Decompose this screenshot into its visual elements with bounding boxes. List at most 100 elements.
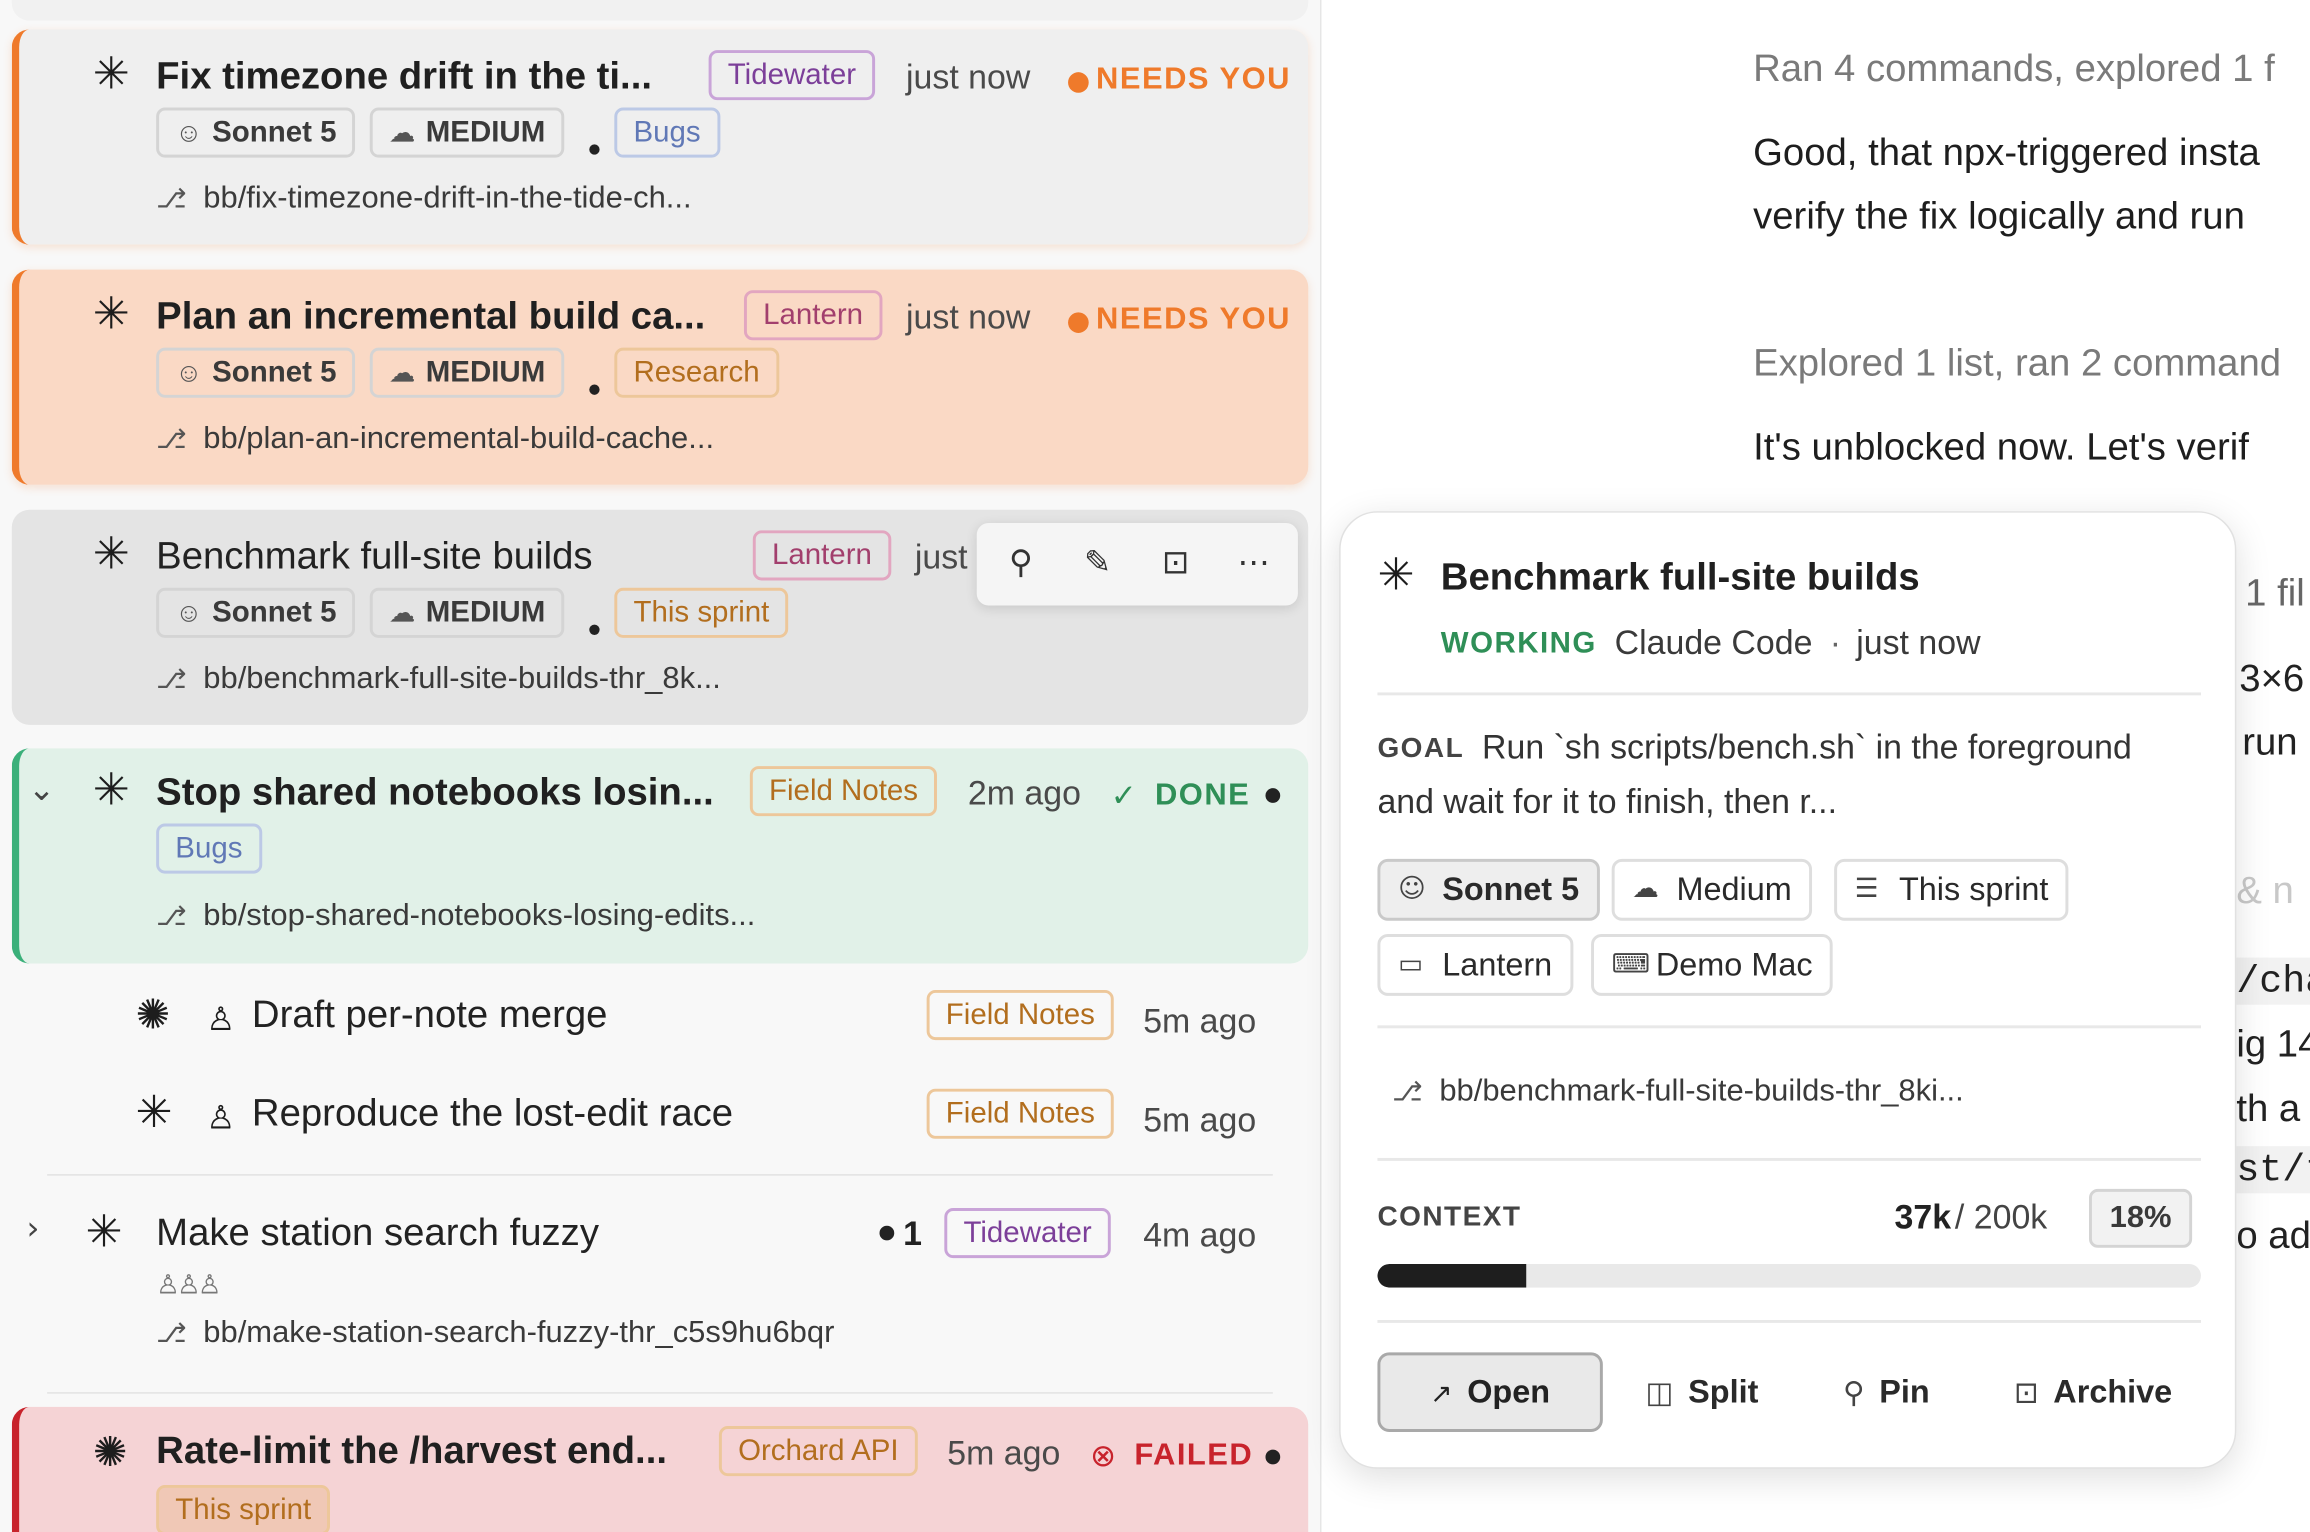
- branch-icon: ⎇: [156, 184, 187, 214]
- claude-asterisk-icon: ✳: [135, 1087, 173, 1139]
- context-percent: 18%: [2088, 1188, 2193, 1248]
- brain-icon: ☁: [1632, 873, 1659, 905]
- thread-title: Fix timezone drift in the ti...: [156, 53, 653, 98]
- thread-title: Stop shared notebooks losin...: [156, 769, 714, 814]
- model-badge: ☺ Sonnet 5: [156, 587, 356, 638]
- thread-list: ✳ Fix timezone drift in the ti... Tidewa…: [0, 0, 1322, 1532]
- openai-icon: ✺: [135, 989, 171, 1039]
- unread-dot: [879, 1225, 895, 1241]
- project-badge[interactable]: Lantern: [743, 290, 883, 341]
- claude-asterisk-icon: ✳: [92, 528, 130, 581]
- branch-icon: ⎇: [1392, 1076, 1423, 1107]
- unread-dot: [1265, 1449, 1281, 1465]
- archive-button[interactable]: ⊡ Archive: [2014, 1354, 2172, 1431]
- brain-icon: ☁: [388, 357, 416, 388]
- thread-time: just now: [906, 297, 1031, 336]
- clipped-text: o ad: [2236, 1212, 2310, 1257]
- branch-icon: ⎇: [156, 664, 187, 694]
- thread-time: just now: [906, 57, 1031, 96]
- context-used: 37k: [1894, 1197, 1952, 1237]
- edit-icon[interactable]: ✎: [1074, 541, 1121, 588]
- thread-card[interactable]: ⌄ ✳ Stop shared notebooks losin... Field…: [11, 748, 1309, 964]
- model-badge: ☺ Sonnet 5: [156, 107, 356, 158]
- status-done: DONE: [1154, 777, 1251, 812]
- tool-summary[interactable]: Explored 1 list, ran 2 command: [1753, 339, 2281, 386]
- branch-label: ⎇ bb/make-station-search-fuzzy-thr_c5s9hu…: [156, 1314, 834, 1352]
- failed-x-icon: ⊗: [1090, 1437, 1118, 1474]
- branch-icon: ⎇: [156, 901, 187, 932]
- context-progress-track: [1377, 1264, 2201, 1288]
- chevron-down-icon[interactable]: ⌄: [28, 772, 55, 809]
- branch-label: ⎇ bb/benchmark-full-site-builds-thr_8ki..…: [1392, 1072, 1964, 1110]
- open-button[interactable]: ↗ Open: [1377, 1352, 1603, 1432]
- project-badge[interactable]: Orchard API: [718, 1426, 918, 1477]
- model-badge: ☺ Sonnet 5: [156, 347, 356, 398]
- thread-title: Make station search fuzzy: [156, 1209, 599, 1254]
- tag-badge[interactable]: This sprint: [614, 587, 789, 638]
- clipped-code: /cha: [2236, 957, 2310, 1005]
- subthread-title: Reproduce the lost-edit race: [251, 1090, 734, 1135]
- tag-badge[interactable]: Research: [614, 347, 779, 398]
- branch-icon: ⎇: [156, 1318, 187, 1348]
- thread-time: just: [914, 537, 968, 577]
- thread-card[interactable]: ✳ Plan an incremental build ca... Lanter…: [11, 269, 1309, 485]
- claude-asterisk-icon: ✳: [1377, 549, 1415, 602]
- popover-title: Benchmark full-site builds: [1440, 553, 1920, 599]
- branch-label: ⎇ bb/benchmark-full-site-builds-thr_8k...: [156, 660, 721, 698]
- project-chip[interactable]: ▭ Lantern: [1377, 934, 1573, 996]
- project-badge[interactable]: Field Notes: [926, 1088, 1114, 1139]
- project-badge[interactable]: Lantern: [752, 530, 892, 581]
- thread-popover: ✳ Benchmark full-site builds WORKING Cla…: [1339, 511, 2237, 1469]
- thread-title: Rate-limit the /harvest end...: [156, 1427, 667, 1472]
- split-icon: ◫: [1645, 1374, 1674, 1410]
- previous-card-edge: [11, 0, 1309, 21]
- thread-title: Benchmark full-site builds: [156, 533, 593, 578]
- context-progress-fill: [1377, 1264, 1526, 1288]
- archive-icon: ⊡: [2013, 1374, 2039, 1410]
- app-window: ✳ Fix timezone drift in the ti... Tidewa…: [0, 0, 2310, 1532]
- thread-card[interactable]: ✺ Rate-limit the /harvest end... Orchard…: [11, 1406, 1309, 1532]
- project-badge[interactable]: Tidewater: [944, 1208, 1111, 1259]
- clipped-text: ig 14: [2236, 1020, 2310, 1066]
- machine-chip[interactable]: ⌨ Demo Mac: [1591, 934, 1834, 996]
- branch-label: ⎇ bb/fix-timezone-drift-in-the-tide-ch...: [156, 180, 691, 218]
- sprint-chip[interactable]: ☰ This sprint: [1834, 858, 2070, 921]
- divider: [1377, 1157, 2201, 1161]
- pin-icon[interactable]: ⚲: [997, 541, 1044, 588]
- more-icon[interactable]: ⋯: [1230, 541, 1277, 588]
- popover-time: just now: [1856, 623, 1981, 662]
- thread-card[interactable]: ✳ Fix timezone drift in the ti... Tidewa…: [11, 29, 1309, 245]
- tool-summary[interactable]: Ran 4 commands, explored 1 f: [1753, 44, 2275, 91]
- tag-badge[interactable]: Bugs: [156, 823, 262, 874]
- project-badge[interactable]: Field Notes: [926, 989, 1114, 1041]
- effort-chip[interactable]: ☁ Medium: [1611, 858, 1813, 921]
- pin-button[interactable]: ⚲ Pin: [1843, 1354, 1930, 1431]
- archive-icon[interactable]: ⊡: [1152, 541, 1199, 588]
- effort-badge: ☁ MEDIUM: [369, 347, 565, 398]
- claude-asterisk-icon: ✳: [92, 48, 130, 101]
- tag-badge[interactable]: Bugs: [614, 107, 720, 158]
- agent-name: Claude Code: [1614, 623, 1813, 662]
- thread-time: 5m ago: [1143, 1100, 1257, 1139]
- clipped-text: run: [2242, 718, 2298, 764]
- message-text: verify the fix logically and run: [1753, 192, 2245, 238]
- chevron-right-icon[interactable]: ›: [27, 1211, 40, 1248]
- separator-dot: [589, 384, 600, 395]
- claude-asterisk-icon: ✳: [92, 288, 130, 341]
- list-icon: ☰: [1854, 873, 1879, 905]
- context-label: CONTEXT: [1377, 1202, 1522, 1234]
- model-label: Sonnet 5: [212, 596, 337, 630]
- done-check-icon: ✓: [1110, 777, 1139, 814]
- split-button[interactable]: ◫ Split: [1646, 1354, 1759, 1431]
- effort-badge: ☁ MEDIUM: [369, 587, 565, 638]
- model-chip[interactable]: ☺ Sonnet 5: [1377, 858, 1600, 921]
- tag-badge[interactable]: This sprint: [156, 1484, 331, 1532]
- status-failed: FAILED: [1134, 1437, 1254, 1472]
- goal-text: and wait for it to finish, then r...: [1377, 782, 1837, 821]
- goal-text: Run `sh scripts/bench.sh` in the foregro…: [1482, 727, 2132, 767]
- clipped-text: 1 fil: [2245, 570, 2305, 615]
- clipped-text: th a: [2236, 1085, 2301, 1130]
- subthread-title: Draft per-note merge: [251, 991, 608, 1036]
- project-badge[interactable]: Tidewater: [708, 50, 876, 101]
- project-badge[interactable]: Field Notes: [749, 766, 938, 817]
